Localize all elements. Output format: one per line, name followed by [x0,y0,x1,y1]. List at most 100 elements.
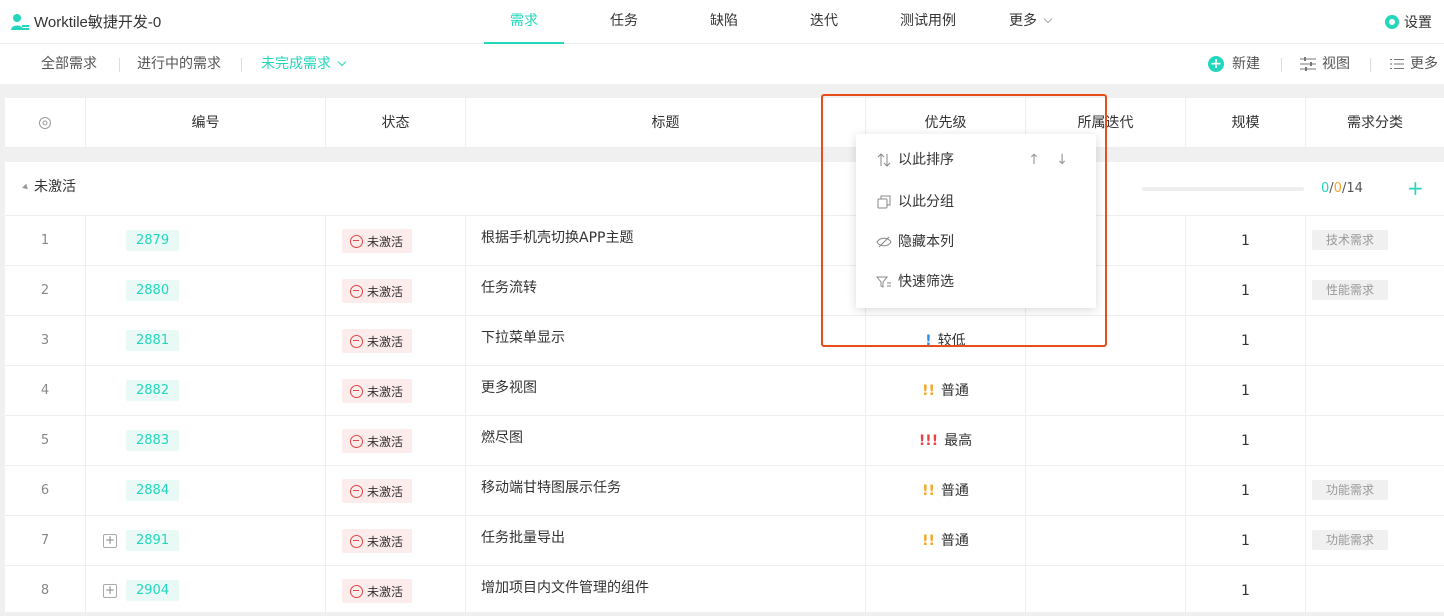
priority-cell[interactable]: !!! 最高 [866,416,1026,466]
priority-cell[interactable]: ! 较低 [866,316,1026,366]
category-cell[interactable] [1306,566,1444,616]
requirement-title[interactable]: 下拉菜单显示 [466,316,866,366]
category-cell[interactable]: 技术需求 [1306,216,1444,266]
requirement-id[interactable]: 2882 [126,380,180,401]
state-badge[interactable]: 未激活 [342,579,413,603]
sort-direction-icons[interactable]: ↑ ↓ [1028,140,1074,180]
subtab-all-requirements[interactable]: 全部需求 [41,44,97,84]
row-id-cell: 2880 [86,266,326,316]
priority-cell[interactable]: !! 普通 [866,466,1026,516]
subtab-in-progress[interactable]: 进行中的需求 [137,44,221,84]
group-toggle[interactable]: 未激活 [22,162,76,212]
iteration-cell[interactable] [1026,416,1186,466]
requirement-title[interactable]: 根据手机壳切换APP主题 [466,216,866,266]
state-badge[interactable]: 未激活 [342,429,413,453]
menu-group[interactable]: 以此分组 [856,182,1096,222]
expand-icon[interactable]: + [103,534,117,548]
iteration-cell[interactable] [1026,466,1186,516]
tab-iterations[interactable]: 迭代 [794,0,854,44]
column-header-id[interactable]: 编号 [86,98,326,148]
row-state-cell: 未激活 [326,466,466,516]
row-state-cell: 未激活 [326,366,466,416]
table-row[interactable]: 6 2884 未激活 移动端甘特图展示任务!! 普通 1 功能需求 [5,466,1444,516]
scale-cell[interactable]: 1 [1186,266,1306,316]
state-badge[interactable]: 未激活 [342,479,413,503]
table-row[interactable]: 7 +2891 未激活 任务批量导出!! 普通 1 功能需求 [5,516,1444,566]
requirement-title[interactable]: 任务流转 [466,266,866,316]
category-cell[interactable] [1306,366,1444,416]
column-header-state[interactable]: 状态 [326,98,466,148]
tab-tasks[interactable]: 任务 [594,0,654,44]
iteration-cell[interactable] [1026,516,1186,566]
table-row[interactable]: 2 2880 未激活 任务流转 1 性能需求 [5,266,1444,316]
iteration-cell[interactable] [1026,566,1186,616]
new-button[interactable]: + 新建 [1208,44,1260,84]
table-row[interactable]: 5 2883 未激活 燃尽图!!! 最高 1 [5,416,1444,466]
menu-quick-filter[interactable]: 快速筛选 [856,262,1096,302]
chevron-down-icon [1043,14,1053,24]
requirement-id[interactable]: 2883 [126,430,180,451]
column-settings-button[interactable] [5,98,86,148]
tab-defects[interactable]: 缺陷 [694,0,754,44]
requirement-id[interactable]: 2904 [126,580,180,601]
column-header-scale[interactable]: 规模 [1186,98,1306,148]
table-row[interactable]: 1 2879 未激活 根据手机壳切换APP主题 1 技术需求 [5,216,1444,266]
state-label: 未激活 [367,434,404,449]
state-badge[interactable]: 未激活 [342,379,413,403]
project-brand[interactable]: Worktile敏捷开发-0 [10,11,161,32]
iteration-cell[interactable] [1026,366,1186,416]
requirement-title[interactable]: 任务批量导出 [466,516,866,566]
priority-cell[interactable] [866,566,1026,616]
state-badge[interactable]: 未激活 [342,529,413,553]
state-badge[interactable]: 未激活 [342,329,413,353]
state-badge[interactable]: 未激活 [342,229,413,253]
requirement-title[interactable]: 更多视图 [466,366,866,416]
group-add-button[interactable]: + [1407,162,1424,214]
scale-cell[interactable]: 1 [1186,466,1306,516]
table-row[interactable]: 4 2882 未激活 更多视图!! 普通 1 [5,366,1444,416]
scale-cell[interactable]: 1 [1186,316,1306,366]
priority-cell[interactable]: !! 普通 [866,366,1026,416]
scale-cell[interactable]: 1 [1186,216,1306,266]
divider [241,58,242,72]
tab-more[interactable]: 更多 [1000,0,1060,44]
requirement-id[interactable]: 2881 [126,330,180,351]
more-actions-button[interactable]: 更多 [1390,44,1438,84]
category-cell[interactable]: 功能需求 [1306,466,1444,516]
requirement-id[interactable]: 2884 [126,480,180,501]
state-badge[interactable]: 未激活 [342,279,413,303]
column-header-title[interactable]: 标题 [466,98,866,148]
scale-cell[interactable]: 1 [1186,416,1306,466]
requirement-title[interactable]: 增加项目内文件管理的组件 [466,566,866,616]
menu-sort[interactable]: 以此排序 ↑ ↓ [856,140,1096,180]
tab-requirements[interactable]: 需求 [484,0,564,44]
group-row-inactive[interactable]: 未激活 0/0/14 + [5,162,1444,216]
row-state-cell: 未激活 [326,516,466,566]
scale-cell[interactable]: 1 [1186,516,1306,566]
requirement-id[interactable]: 2891 [126,530,180,551]
view-button[interactable]: 视图 [1300,44,1350,84]
table-row[interactable]: 3 2881 未激活 下拉菜单显示! 较低 1 [5,316,1444,366]
expand-icon[interactable]: + [103,584,117,598]
table-row[interactable]: 8 +2904 未激活 增加项目内文件管理的组件 1 [5,566,1444,616]
row-state-cell: 未激活 [326,566,466,616]
iteration-cell[interactable] [1026,316,1186,366]
priority-cell[interactable]: !! 普通 [866,516,1026,566]
category-cell[interactable]: 性能需求 [1306,266,1444,316]
category-cell[interactable] [1306,316,1444,366]
state-label: 未激活 [367,334,404,349]
tab-test-cases[interactable]: 测试用例 [888,0,968,44]
column-header-category[interactable]: 需求分类 [1306,98,1444,148]
scale-cell[interactable]: 1 [1186,366,1306,416]
category-cell[interactable]: 功能需求 [1306,516,1444,566]
requirement-id[interactable]: 2880 [126,280,180,301]
row-state-cell: 未激活 [326,216,466,266]
subtab-incomplete[interactable]: 未完成需求 [261,44,347,84]
settings-button[interactable]: 设置 [1385,12,1432,32]
category-cell[interactable] [1306,416,1444,466]
menu-hide-column[interactable]: 隐藏本列 [856,222,1096,262]
scale-cell[interactable]: 1 [1186,566,1306,616]
requirement-title[interactable]: 燃尽图 [466,416,866,466]
requirement-title[interactable]: 移动端甘特图展示任务 [466,466,866,516]
requirement-id[interactable]: 2879 [126,230,180,251]
